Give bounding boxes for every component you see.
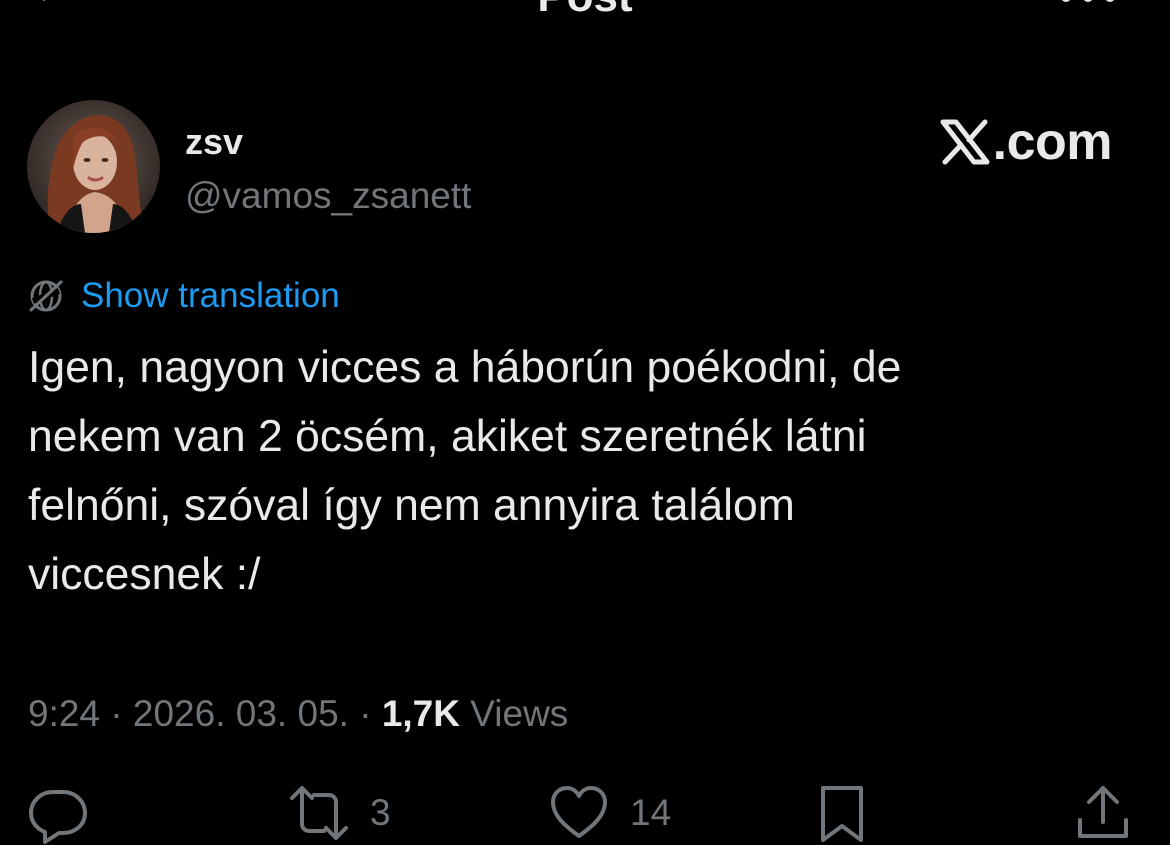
brand-domain: .com	[992, 113, 1113, 171]
post-time[interactable]: 9:24	[28, 693, 100, 734]
post-text: Igen, nagyon vicces a háborún poékodni, …	[28, 343, 902, 599]
like-count: 14	[630, 792, 672, 833]
avatar-photo-icon	[27, 100, 160, 233]
display-name[interactable]: zsv	[185, 122, 243, 162]
like-button[interactable]: 14	[548, 782, 671, 845]
share-button[interactable]	[1072, 782, 1134, 845]
x-logo-icon	[940, 119, 990, 165]
translation-row[interactable]: Show translation	[27, 274, 340, 318]
page-title: Post	[0, 0, 1170, 22]
action-bar: 3 14	[0, 782, 1170, 845]
top-bar: Post	[0, 0, 1170, 30]
show-translation-link[interactable]: Show translation	[81, 274, 340, 318]
repost-button[interactable]: 3	[288, 782, 391, 845]
meta-separator: ·	[100, 693, 133, 734]
post-meta: 9:24 · 2026. 03. 05. · 1,7K Views	[28, 690, 568, 738]
repost-icon	[290, 786, 348, 840]
post-date[interactable]: 2026. 03. 05.	[133, 693, 349, 734]
reply-button[interactable]	[27, 782, 89, 845]
share-icon	[1078, 786, 1128, 838]
views-label[interactable]: Views	[470, 693, 568, 734]
views-count[interactable]: 1,7K	[382, 693, 460, 734]
reply-icon	[29, 790, 87, 844]
user-handle[interactable]: @vamos_zsanett	[185, 175, 471, 217]
bookmark-button[interactable]	[811, 782, 873, 845]
meta-separator: ·	[348, 693, 382, 734]
translate-globe-icon	[29, 280, 63, 312]
more-dots-icon[interactable]	[1058, 0, 1118, 8]
avatar[interactable]	[27, 100, 160, 233]
brand-watermark: .com	[939, 112, 1113, 172]
bookmark-icon	[821, 786, 863, 842]
like-icon	[551, 786, 607, 838]
repost-count: 3	[370, 792, 391, 833]
